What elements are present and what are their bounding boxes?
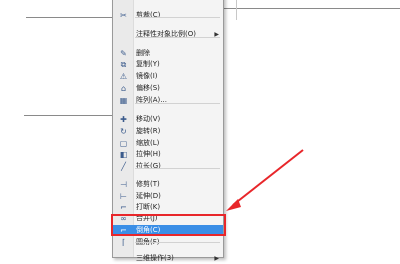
annotation-arrow (226, 149, 304, 211)
submenu-arrow-icon: ▶ (214, 255, 219, 262)
menu-item-label: 三维操作(3) (136, 254, 174, 262)
menu-item[interactable]: 三维操作(3) ▶ (113, 253, 223, 264)
